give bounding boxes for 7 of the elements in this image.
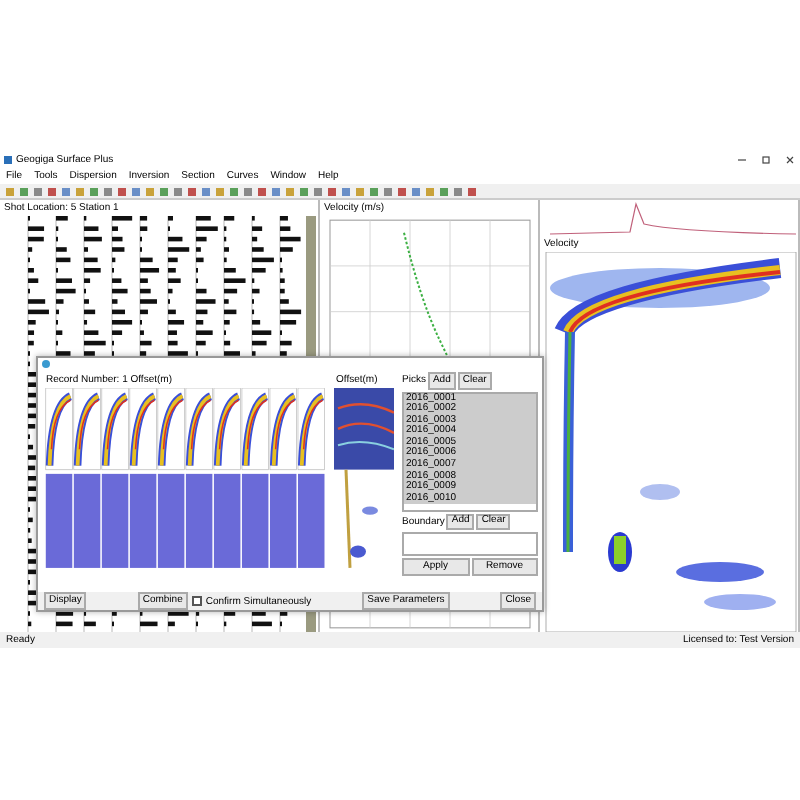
minimize-icon[interactable] (736, 154, 748, 166)
maximize-icon[interactable] (760, 154, 772, 166)
dialog-icon (42, 359, 50, 367)
app-icon (4, 156, 12, 164)
confirm-checkbox[interactable] (191, 596, 202, 606)
notes-box[interactable] (402, 532, 538, 556)
close-icon[interactable] (784, 154, 796, 166)
